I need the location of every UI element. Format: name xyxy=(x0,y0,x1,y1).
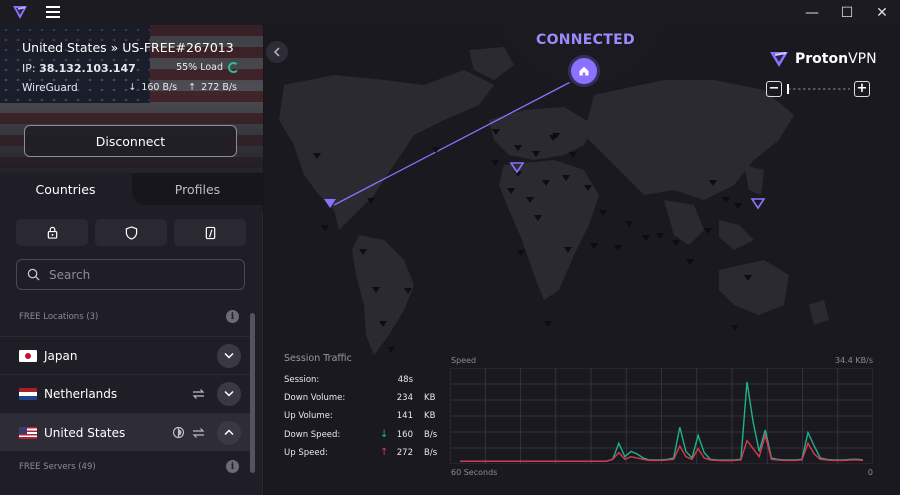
free-servers-header: FREE Servers (49) i xyxy=(0,454,255,480)
info-icon[interactable]: i xyxy=(226,310,239,323)
tor-icon xyxy=(171,426,185,440)
country-name: Netherlands xyxy=(44,386,118,401)
country-row-japan[interactable]: Japan xyxy=(0,336,255,374)
server-load: 55% Load xyxy=(176,62,239,73)
speed-graph-header: Speed 34.4 KB/s xyxy=(451,356,873,365)
speed-graph-title: Speed xyxy=(451,356,477,365)
chevron-down-icon xyxy=(224,390,234,397)
proton-vpn-logo: ProtonVPN xyxy=(769,49,877,69)
japan-flag-icon xyxy=(19,349,37,362)
zoom-in-button[interactable]: + xyxy=(854,81,870,97)
speed-graph-x-right-label: 0 xyxy=(867,468,873,477)
search-icon xyxy=(27,268,40,281)
stat-row-down-speed: Down Speed: ↓ 160 B/s xyxy=(284,428,438,440)
proton-logo-icon xyxy=(770,52,788,67)
netshield-filter-button[interactable] xyxy=(95,219,167,246)
country-row-united-states[interactable]: United States xyxy=(0,413,255,451)
load-ring-icon xyxy=(228,62,239,73)
expand-button[interactable] xyxy=(217,381,241,406)
protocol-label: WireGuard xyxy=(22,82,78,94)
search-box xyxy=(16,259,245,290)
p2p-arrows-icon xyxy=(191,387,205,401)
maximize-button[interactable]: ☐ xyxy=(832,0,862,25)
country-name: United States xyxy=(44,425,126,440)
ip-address: IP: 38.132.103.147 xyxy=(22,62,136,75)
speed-graph-footer: 60 Seconds 0 xyxy=(451,468,873,477)
stat-row-up-volume: Up Volume: 141 KB xyxy=(284,411,436,422)
p2p-arrows-icon xyxy=(191,426,205,440)
tab-countries[interactable]: Countries xyxy=(0,173,131,205)
mini-speeds: ↓ 160 B/s ↑ 272 B/s xyxy=(128,82,237,93)
hamburger-menu-icon[interactable] xyxy=(46,3,64,21)
upload-arrow-icon: ↑ xyxy=(188,82,197,93)
stat-row-down-volume: Down Volume: 234 KB xyxy=(284,393,436,404)
chevron-down-icon xyxy=(224,352,234,359)
search-input[interactable] xyxy=(49,267,229,282)
session-traffic-panel: Session Traffic Session: 48s Down Volume… xyxy=(284,353,439,466)
speed-graph-x-left-label: 60 Seconds xyxy=(451,468,498,477)
zoom-slider-handle[interactable] xyxy=(787,84,789,94)
lock-icon xyxy=(47,226,57,239)
download-arrow-icon: ↓ xyxy=(128,82,137,93)
expand-button[interactable] xyxy=(217,343,241,368)
stat-row-up-speed: Up Speed: ↑ 272 B/s xyxy=(284,446,438,458)
p2p-icon xyxy=(205,226,215,239)
sidebar-scrollbar[interactable] xyxy=(250,305,256,485)
close-button[interactable]: ✕ xyxy=(867,0,897,25)
session-traffic-title: Session Traffic xyxy=(284,353,352,364)
country-name: Japan xyxy=(44,348,78,363)
streaming-filter-button[interactable] xyxy=(174,219,246,246)
chevron-left-icon xyxy=(273,47,280,57)
connection-status-text: CONNECTED xyxy=(536,32,635,48)
stat-row-session: Session: 48s xyxy=(284,375,413,385)
zoom-out-button[interactable]: − xyxy=(766,81,782,97)
netherlands-flag-icon xyxy=(19,387,37,400)
country-row-netherlands[interactable]: Netherlands xyxy=(0,374,255,412)
server-name: United States » US-FREE#267013 xyxy=(22,40,234,55)
chevron-up-icon xyxy=(224,429,234,436)
home-location-pin[interactable] xyxy=(571,58,597,84)
zoom-controls: − + xyxy=(766,81,872,97)
collapse-button[interactable] xyxy=(217,420,241,445)
title-bar: — ☐ ✕ xyxy=(0,0,900,25)
proton-logo-icon xyxy=(13,6,27,19)
sidebar-tabs: Countries Profiles xyxy=(0,173,263,205)
map-area[interactable]: CONNECTED ProtonVPN − + Session Traffic … xyxy=(264,25,900,495)
free-locations-header: FREE Locations (3) i xyxy=(0,304,255,330)
sidebar: United States » US-FREE#267013 IP: 38.13… xyxy=(0,25,263,495)
speed-graph xyxy=(450,368,873,464)
connection-header: United States » US-FREE#267013 IP: 38.13… xyxy=(0,25,263,173)
feature-filters xyxy=(16,219,246,246)
speed-graph-max-label: 34.4 KB/s xyxy=(835,356,873,365)
shield-icon xyxy=(125,225,137,240)
tab-profiles[interactable]: Profiles xyxy=(132,173,263,205)
zoom-slider[interactable] xyxy=(788,88,850,90)
secure-core-filter-button[interactable] xyxy=(16,219,88,246)
collapse-sidebar-button[interactable] xyxy=(266,41,288,63)
disconnect-button[interactable]: Disconnect xyxy=(24,125,237,157)
download-arrow-icon: ↓ xyxy=(380,428,389,440)
scroll-thumb[interactable] xyxy=(250,313,255,473)
upload-arrow-icon: ↑ xyxy=(380,446,389,458)
free-server-marker[interactable] xyxy=(750,198,766,210)
info-icon[interactable]: i xyxy=(226,460,239,473)
minimize-button[interactable]: — xyxy=(797,0,827,25)
proton-vpn-window: — ☐ ✕ United States » US-FREE#267013 IP:… xyxy=(0,0,900,495)
us-flag-icon xyxy=(19,426,37,439)
home-icon xyxy=(579,66,589,76)
